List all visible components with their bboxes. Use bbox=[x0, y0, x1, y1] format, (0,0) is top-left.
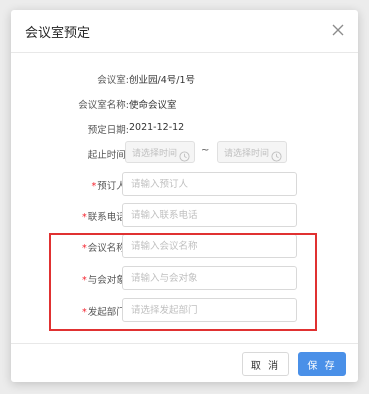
meeting-name-input[interactable] bbox=[122, 234, 297, 258]
end-time-picker[interactable]: 请选择时间 bbox=[217, 141, 287, 163]
save-button[interactable]: 保 存 bbox=[298, 352, 346, 376]
booking-date-row: 预定日期: 2021-12-12 bbox=[11, 116, 358, 142]
room-label: 会议室: bbox=[97, 75, 129, 86]
clock-icon bbox=[179, 147, 190, 162]
room-name-row: 会议室名称: 使命会议室 bbox=[11, 91, 358, 117]
required-mark: * bbox=[82, 307, 87, 318]
cancel-button[interactable]: 取 消 bbox=[242, 352, 289, 376]
dialog-title: 会议室预定 bbox=[25, 26, 91, 41]
participants-row: *与会对象: bbox=[11, 266, 358, 292]
booking-date-label: 预定日期: bbox=[87, 125, 129, 136]
time-range-label: 起止时间: bbox=[87, 150, 129, 161]
room-name-value: 使命会议室 bbox=[129, 100, 177, 111]
time-range-separator: ~ bbox=[201, 145, 210, 156]
start-time-picker[interactable]: 请选择时间 bbox=[125, 141, 195, 163]
department-row: *发起部门: bbox=[11, 298, 358, 324]
booking-date-value: 2021-12-12 bbox=[129, 122, 185, 133]
close-icon[interactable] bbox=[328, 20, 348, 40]
phone-row: *联系电话: bbox=[11, 203, 358, 229]
meeting-name-row: *会议名称: bbox=[11, 234, 358, 260]
required-mark: * bbox=[91, 181, 97, 192]
room-value: 创业园/4号/1号 bbox=[129, 75, 195, 86]
clock-icon bbox=[271, 147, 282, 162]
phone-input[interactable] bbox=[122, 203, 297, 227]
department-select[interactable] bbox=[122, 298, 297, 322]
dialog-footer: 取 消 保 存 bbox=[11, 343, 358, 382]
participants-input[interactable] bbox=[122, 266, 297, 290]
dialog-header: 会议室预定 bbox=[11, 10, 358, 53]
room-name-label: 会议室名称: bbox=[78, 100, 129, 111]
required-mark: * bbox=[82, 212, 87, 223]
room-row: 会议室: 创业园/4号/1号 bbox=[11, 66, 358, 92]
end-time-placeholder: 请选择时间 bbox=[224, 149, 270, 159]
start-time-placeholder: 请选择时间 bbox=[132, 149, 178, 159]
booking-dialog: 会议室预定 会议室: 创业园/4号/1号 会议室名称: 使命会议室 预定日期: … bbox=[11, 10, 358, 382]
booker-row: *预订人: bbox=[11, 172, 358, 198]
booker-input[interactable] bbox=[122, 172, 297, 196]
required-mark: * bbox=[82, 243, 87, 254]
time-range-row: 起止时间: 请选择时间 ~ 请选择时间 bbox=[11, 141, 358, 167]
required-mark: * bbox=[82, 275, 87, 286]
